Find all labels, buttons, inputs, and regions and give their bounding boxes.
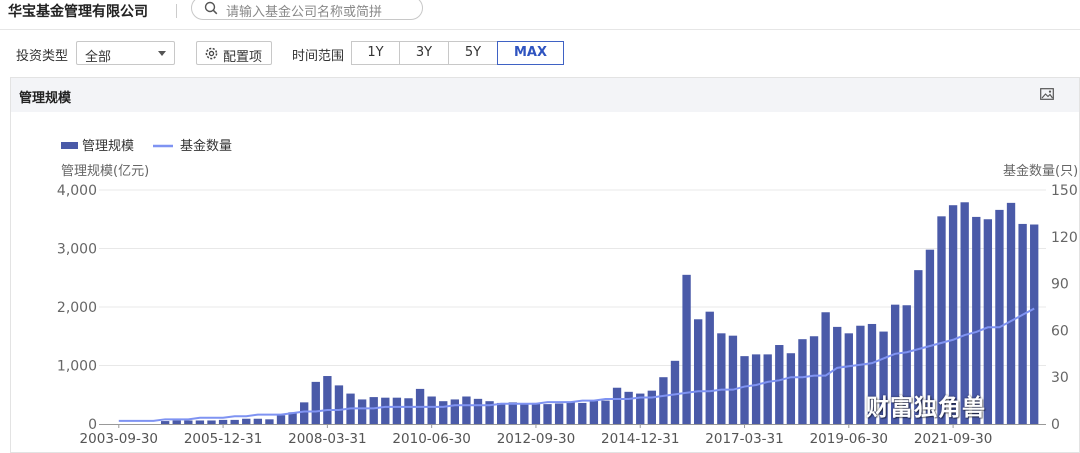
x-tick-label: 2010-06-30 xyxy=(392,431,470,447)
bar-scale xyxy=(323,376,332,424)
bar-scale xyxy=(670,360,680,424)
bar-scale xyxy=(543,404,552,424)
bar-scale xyxy=(694,319,703,424)
bar-scale xyxy=(682,274,691,424)
bar-scale xyxy=(786,353,796,424)
x-tick-label: 2021-09-30 xyxy=(914,431,992,447)
bar-scale xyxy=(844,333,853,424)
bar-scale xyxy=(809,336,819,424)
x-tick-label: 2012-09-30 xyxy=(497,431,575,447)
bar-scale xyxy=(276,415,286,424)
bar-scale xyxy=(497,402,506,424)
y-axis-label-right: 基金数量(只) xyxy=(1003,163,1078,179)
bar-scale xyxy=(520,404,529,424)
y-tick-right: 0 xyxy=(1051,417,1060,433)
range-max-button[interactable]: MAX xyxy=(497,41,564,65)
bar-scale xyxy=(856,325,865,424)
bar-scale xyxy=(1030,224,1039,424)
bar-scale xyxy=(647,390,656,424)
bar-scale xyxy=(763,354,772,424)
bar-scale xyxy=(589,400,599,424)
bar-scale xyxy=(995,209,1004,424)
bar-scale xyxy=(218,419,228,424)
bar-scale xyxy=(357,399,367,424)
bar-scale xyxy=(740,356,749,424)
bar-scale xyxy=(230,419,239,424)
bar-scale xyxy=(462,396,471,424)
bar-scale xyxy=(300,402,309,424)
bar-scale xyxy=(624,391,633,424)
bar-scale xyxy=(612,387,622,424)
bar-scale xyxy=(242,418,251,424)
x-tick-label: 2005-12-31 xyxy=(184,431,262,447)
bar-scale xyxy=(439,401,448,424)
y-tick-left: 4,000 xyxy=(57,183,97,199)
bar-scale xyxy=(705,311,714,424)
bar-scale xyxy=(1006,202,1016,424)
x-tick-label: 2003-09-30 xyxy=(80,431,158,447)
bar-scale xyxy=(195,420,205,424)
bar-scale xyxy=(172,420,181,424)
y-tick-right: 60 xyxy=(1051,323,1069,339)
x-tick-label: 2019-06-30 xyxy=(810,431,888,447)
y-tick-right: 90 xyxy=(1051,277,1069,293)
x-tick-label: 2017-03-31 xyxy=(705,431,783,447)
legend-label-scale: 管理规模 xyxy=(82,139,134,154)
bar-scale xyxy=(404,398,413,424)
bar-scale xyxy=(508,402,517,424)
y-tick-right: 30 xyxy=(1051,370,1069,386)
bar-scale xyxy=(775,345,784,424)
y-axis-label-left: 管理规模(亿元) xyxy=(61,164,149,179)
bar-scale xyxy=(566,401,575,424)
bar-scale xyxy=(728,335,738,424)
bar-scale xyxy=(473,398,483,424)
bar-scale xyxy=(450,399,459,424)
bar-scale xyxy=(717,333,726,424)
bar-scale xyxy=(833,326,842,424)
bar-scale xyxy=(184,420,193,424)
legend-label-count: 基金数量 xyxy=(180,138,232,154)
y-tick-left: 1,000 xyxy=(57,359,97,375)
y-tick-left: 3,000 xyxy=(57,242,97,258)
bar-scale xyxy=(1018,223,1027,424)
bar-scale xyxy=(381,397,390,424)
bar-scale xyxy=(311,381,320,424)
bar-scale xyxy=(659,377,668,424)
y-tick-right: 120 xyxy=(1051,230,1078,246)
bar-scale xyxy=(253,418,263,424)
bar-scale xyxy=(207,420,216,424)
x-tick-label: 2008-03-31 xyxy=(288,431,366,447)
legend-swatch-bar xyxy=(61,142,78,149)
bar-scale xyxy=(751,354,761,424)
scale-chart: 01,0002,0003,0004,00003060901201502003-0… xyxy=(57,138,1078,447)
y-tick-right: 150 xyxy=(1051,183,1078,199)
x-tick-label: 2014-12-31 xyxy=(601,431,679,447)
bar-scale xyxy=(554,403,564,424)
bar-scale xyxy=(531,402,541,424)
bar-scale xyxy=(427,396,436,424)
bar-scale xyxy=(601,400,610,424)
bar-scale xyxy=(369,397,378,424)
bar-scale xyxy=(392,397,402,424)
watermark-text: 财富独角兽 xyxy=(866,395,986,421)
bar-scale xyxy=(334,385,344,424)
bar-scale xyxy=(798,339,807,424)
bar-scale xyxy=(821,312,830,424)
bar-scale xyxy=(265,419,274,424)
y-tick-left: 2,000 xyxy=(57,300,97,316)
bar-scale xyxy=(578,402,587,424)
bar-scale xyxy=(160,421,170,424)
